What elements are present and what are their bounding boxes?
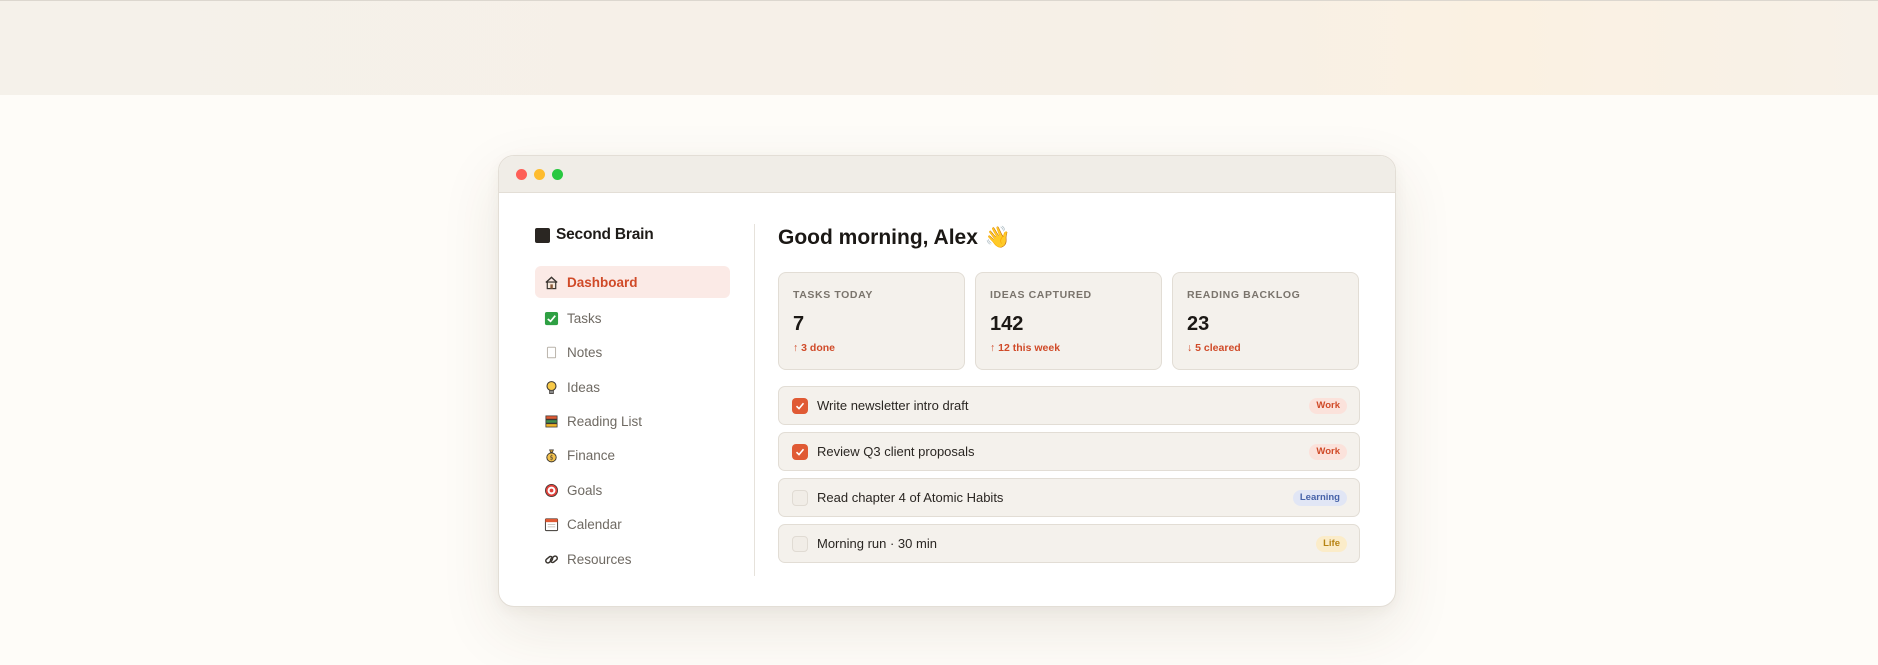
app-window: Second Brain Dashboard Tasks Notes Ideas… xyxy=(498,155,1396,607)
house-icon xyxy=(543,274,559,290)
note-icon xyxy=(543,344,559,360)
stat-delta: ↑ 3 done xyxy=(793,342,836,354)
page-title: Good morning, Alex 👋 xyxy=(778,226,1011,250)
sidebar-item-label: Resources xyxy=(567,551,632,567)
sidebar-item-label: Notes xyxy=(567,344,603,360)
sidebar-item-label: Goals xyxy=(567,482,603,498)
sidebar-item-resources[interactable]: Resources xyxy=(535,543,730,575)
task-checkbox[interactable] xyxy=(792,490,808,506)
stat-label: IDEAS CAPTURED xyxy=(990,289,1092,301)
task-checkbox[interactable] xyxy=(792,444,808,460)
task-tag: Work xyxy=(1309,398,1347,414)
brand-name: Second Brain xyxy=(556,226,654,243)
waving-hand-icon: 👋 xyxy=(984,226,1012,249)
task-row[interactable]: Review Q3 client proposals Work xyxy=(778,432,1360,471)
target-icon xyxy=(543,482,559,498)
task-row[interactable]: Morning run · 30 min Life xyxy=(778,524,1360,563)
minimize-window-button[interactable] xyxy=(534,169,545,180)
sidebar-item-label: Ideas xyxy=(567,379,601,395)
stat-card-reading-backlog: READING BACKLOG 23 ↓ 5 cleared xyxy=(1172,272,1359,370)
sidebar-item-finance[interactable]: $ Finance xyxy=(535,439,730,471)
sidebar-item-notes[interactable]: Notes xyxy=(535,336,730,368)
stat-label: TASKS TODAY xyxy=(793,289,873,301)
lightbulb-icon xyxy=(543,379,559,395)
close-window-button[interactable] xyxy=(516,169,527,180)
svg-text:$: $ xyxy=(549,454,553,461)
stat-delta: ↑ 12 this week xyxy=(990,342,1061,354)
sidebar-item-calendar[interactable]: Calendar xyxy=(535,508,730,540)
stat-value: 7 xyxy=(793,313,805,335)
sidebar-item-label: Tasks xyxy=(567,310,602,326)
task-tag: Life xyxy=(1316,536,1347,552)
task-tag: Work xyxy=(1309,444,1347,460)
checkmark-icon xyxy=(795,448,805,456)
calendar-icon xyxy=(543,516,559,532)
link-icon xyxy=(543,551,559,567)
maximize-window-button[interactable] xyxy=(552,169,563,180)
task-tag: Learning xyxy=(1292,490,1347,506)
checkbox-icon xyxy=(543,310,559,326)
task-text: Write newsletter intro draft xyxy=(817,398,969,413)
sidebar-item-ideas[interactable]: Ideas xyxy=(535,371,730,403)
window-titlebar xyxy=(499,156,1395,193)
stat-value: 142 xyxy=(990,313,1024,335)
sidebar-item-label: Reading List xyxy=(567,413,643,429)
books-icon xyxy=(543,413,559,429)
task-text: Morning run · 30 min xyxy=(817,536,937,551)
task-text: Read chapter 4 of Atomic Habits xyxy=(817,490,1004,505)
top-banner xyxy=(0,0,1878,95)
money-bag-icon: $ xyxy=(543,447,559,463)
stat-label: READING BACKLOG xyxy=(1187,289,1301,301)
stat-delta: ↓ 5 cleared xyxy=(1187,342,1241,354)
brand-logo-icon xyxy=(535,227,550,243)
sidebar-item-tasks[interactable]: Tasks xyxy=(535,302,730,334)
checkmark-icon xyxy=(795,402,805,410)
stat-value: 23 xyxy=(1187,313,1210,335)
stat-card-tasks-today: TASKS TODAY 7 ↑ 3 done xyxy=(778,272,965,370)
sidebar-item-dashboard[interactable]: Dashboard xyxy=(535,266,730,298)
sidebar-item-reading-list[interactable]: Reading List xyxy=(535,405,730,437)
task-row[interactable]: Write newsletter intro draft Work xyxy=(778,386,1360,425)
sidebar-item-goals[interactable]: Goals xyxy=(535,474,730,506)
brand: Second Brain xyxy=(535,226,654,244)
task-row[interactable]: Read chapter 4 of Atomic Habits Learning xyxy=(778,478,1360,517)
sidebar-divider xyxy=(754,224,755,576)
greeting-text: Good morning, Alex xyxy=(778,226,978,249)
task-checkbox[interactable] xyxy=(792,398,808,414)
stat-card-ideas-captured: IDEAS CAPTURED 142 ↑ 12 this week xyxy=(975,272,1162,370)
sidebar-item-label: Dashboard xyxy=(567,274,638,290)
task-text: Review Q3 client proposals xyxy=(817,444,975,459)
sidebar-item-label: Calendar xyxy=(567,516,622,532)
task-checkbox[interactable] xyxy=(792,536,808,552)
sidebar-item-label: Finance xyxy=(567,447,616,463)
